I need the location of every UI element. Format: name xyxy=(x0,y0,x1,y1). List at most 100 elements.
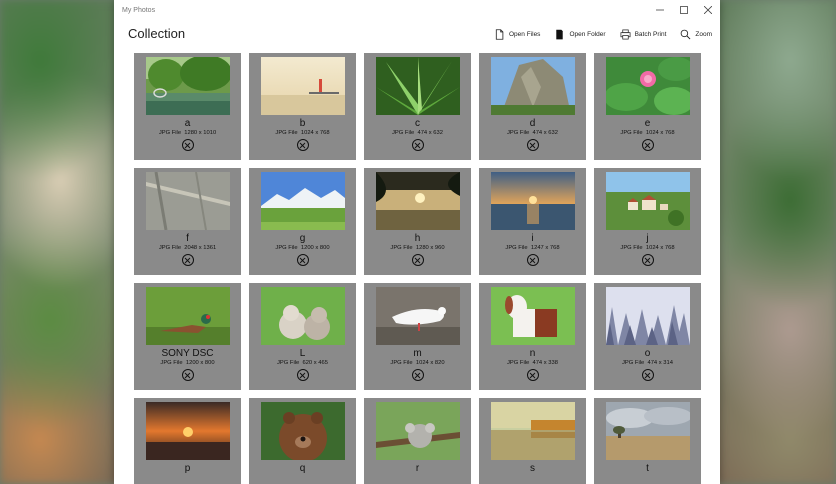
photo-thumbnail[interactable] xyxy=(375,402,460,460)
remove-photo-button[interactable] xyxy=(641,139,654,151)
photo-name: f xyxy=(186,233,189,244)
zoom-button[interactable]: Zoom xyxy=(680,29,712,40)
photo-card[interactable]: t xyxy=(594,398,701,484)
photo-card[interactable]: o JPG File 474 x 314 xyxy=(594,283,701,390)
photo-thumbnail[interactable] xyxy=(490,172,575,230)
app-window: My Photos Collection Open Files Open Fol… xyxy=(114,0,720,484)
batch-print-label: Batch Print xyxy=(634,30,667,38)
remove-photo-button[interactable] xyxy=(181,369,194,381)
close-icon xyxy=(704,6,712,14)
window-title: My Photos xyxy=(122,6,156,14)
circle-x-icon xyxy=(414,372,421,378)
open-folder-button[interactable]: Open Folder xyxy=(554,29,606,40)
remove-photo-button[interactable] xyxy=(526,139,539,151)
photo-thumbnail[interactable] xyxy=(605,57,690,115)
remove-photo-button[interactable] xyxy=(526,369,539,381)
folder-icon xyxy=(556,29,564,39)
photo-thumbnail[interactable] xyxy=(260,172,345,230)
close-window-button[interactable] xyxy=(696,0,720,20)
remove-photo-button[interactable] xyxy=(411,369,424,381)
photo-thumbnail[interactable] xyxy=(260,402,345,460)
title-bar[interactable]: My Photos xyxy=(114,0,720,20)
remove-photo-button[interactable] xyxy=(526,254,539,266)
photo-thumbnail[interactable] xyxy=(145,172,230,230)
photo-card[interactable]: i JPG File 1247 x 768 xyxy=(479,168,586,275)
photo-thumbnail[interactable] xyxy=(145,402,230,460)
photo-card[interactable]: q xyxy=(249,398,356,484)
printer-icon xyxy=(620,29,631,39)
photo-name: p xyxy=(184,463,191,474)
photo-name: m xyxy=(413,348,422,359)
photo-card[interactable]: SONY DSC JPG File 1200 x 800 xyxy=(134,283,241,390)
photo-thumbnail[interactable] xyxy=(375,287,460,345)
photo-thumbnail[interactable] xyxy=(490,402,575,460)
photo-thumbnail[interactable] xyxy=(260,287,345,345)
photo-card[interactable]: r xyxy=(364,398,471,484)
photo-thumbnail[interactable] xyxy=(375,172,460,230)
batch-print-button[interactable]: Batch Print xyxy=(620,29,667,40)
photo-meta: JPG File 1280 x 1010 xyxy=(158,130,217,136)
photo-card[interactable]: n JPG File 474 x 338 xyxy=(479,283,586,390)
photo-thumbnail[interactable] xyxy=(375,57,460,115)
photo-thumbnail[interactable] xyxy=(605,402,690,460)
photo-name: L xyxy=(299,348,306,359)
photo-thumbnail[interactable] xyxy=(490,57,575,115)
minimize-icon xyxy=(656,9,664,11)
photo-name: r xyxy=(415,463,420,474)
photo-card[interactable]: c JPG File 474 x 632 xyxy=(364,53,471,160)
circle-x-icon xyxy=(299,257,306,263)
photo-card[interactable]: j JPG File 1024 x 768 xyxy=(594,168,701,275)
photo-card[interactable]: m JPG File 1024 x 820 xyxy=(364,283,471,390)
circle-x-icon xyxy=(529,372,536,378)
photo-card[interactable]: d JPG File 474 x 632 xyxy=(479,53,586,160)
photo-thumbnail[interactable] xyxy=(145,287,230,345)
photo-card[interactable]: s xyxy=(479,398,586,484)
remove-photo-button[interactable] xyxy=(296,139,309,151)
remove-photo-button[interactable] xyxy=(411,139,424,151)
circle-x-icon xyxy=(644,257,651,263)
photo-name: i xyxy=(531,233,534,244)
maximize-button[interactable] xyxy=(672,0,696,20)
photo-name: j xyxy=(646,233,649,244)
magnifier-icon xyxy=(681,29,691,39)
photo-card[interactable]: f JPG File 2048 x 1361 xyxy=(134,168,241,275)
photo-thumbnail[interactable] xyxy=(605,172,690,230)
circle-x-icon xyxy=(184,142,191,148)
circle-x-icon xyxy=(644,142,651,148)
photo-meta: JPG File 1024 x 820 xyxy=(390,360,445,366)
open-files-label: Open Files xyxy=(509,30,541,38)
circle-x-icon xyxy=(529,257,536,263)
circle-x-icon xyxy=(184,257,191,263)
photo-card[interactable]: b JPG File 1024 x 768 xyxy=(249,53,356,160)
photo-name: d xyxy=(529,118,536,129)
remove-photo-button[interactable] xyxy=(296,254,309,266)
remove-photo-button[interactable] xyxy=(181,139,194,151)
photo-card[interactable]: a JPG File 1280 x 1010 xyxy=(134,53,241,160)
open-files-button[interactable]: Open Files xyxy=(494,28,541,40)
remove-photo-button[interactable] xyxy=(411,254,424,266)
window-controls xyxy=(648,0,720,20)
photo-card[interactable]: e JPG File 1024 x 768 xyxy=(594,53,701,160)
photo-meta: JPG File 1200 x 800 xyxy=(160,360,215,366)
photo-card[interactable]: p xyxy=(134,398,241,484)
photo-name: a xyxy=(184,118,191,129)
photo-card[interactable]: h JPG File 1280 x 960 xyxy=(364,168,471,275)
remove-photo-button[interactable] xyxy=(641,369,654,381)
remove-photo-button[interactable] xyxy=(181,254,194,266)
photo-thumbnail[interactable] xyxy=(605,287,690,345)
minimize-button[interactable] xyxy=(648,0,672,20)
photo-name: SONY DSC xyxy=(161,348,214,359)
photo-thumbnail[interactable] xyxy=(145,57,230,115)
remove-photo-button[interactable] xyxy=(641,254,654,266)
photo-name: t xyxy=(646,463,649,474)
photo-thumbnail[interactable] xyxy=(260,57,345,115)
photo-meta: JPG File 1024 x 768 xyxy=(275,130,330,136)
photo-card[interactable]: L JPG File 620 x 465 xyxy=(249,283,356,390)
remove-photo-button[interactable] xyxy=(296,369,309,381)
photo-thumbnail[interactable] xyxy=(490,287,575,345)
circle-x-icon xyxy=(529,142,536,148)
circle-x-icon xyxy=(644,372,651,378)
photo-card[interactable]: g JPG File 1200 x 800 xyxy=(249,168,356,275)
page-header: Collection Open Files Open Folder Batch … xyxy=(114,20,720,50)
photo-meta: JPG File 1024 x 768 xyxy=(620,245,675,251)
